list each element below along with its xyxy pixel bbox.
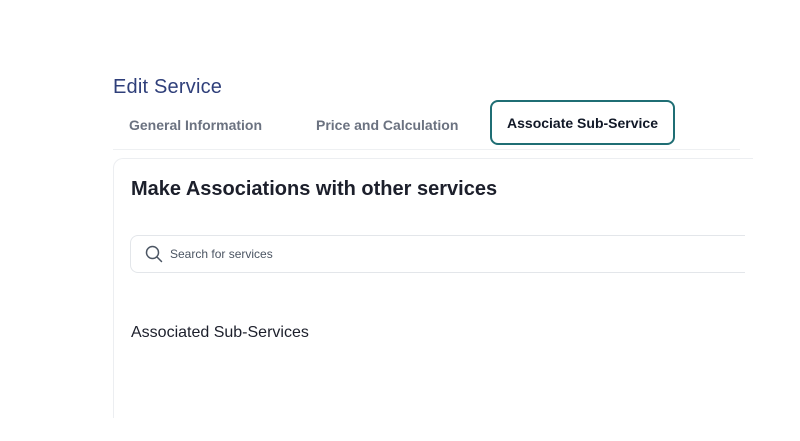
search-box[interactable] [130, 235, 745, 273]
card-heading: Make Associations with other services [131, 178, 498, 200]
edit-service-page: Edit Service General Information Price a… [0, 0, 800, 441]
search-input[interactable] [168, 246, 672, 262]
associated-sub-services-label: Associated Sub-Services [131, 324, 309, 341]
tab-price-and-calculation[interactable]: Price and Calculation [316, 100, 458, 149]
associations-card: Make Associations with other services As… [113, 158, 753, 418]
tab-bar: General Information Price and Calculatio… [113, 100, 740, 150]
search-icon [145, 245, 163, 263]
tab-associate-sub-service[interactable]: Associate Sub-Service [490, 100, 675, 145]
page-title: Edit Service [113, 76, 223, 98]
tab-general-information[interactable]: General Information [129, 100, 262, 149]
